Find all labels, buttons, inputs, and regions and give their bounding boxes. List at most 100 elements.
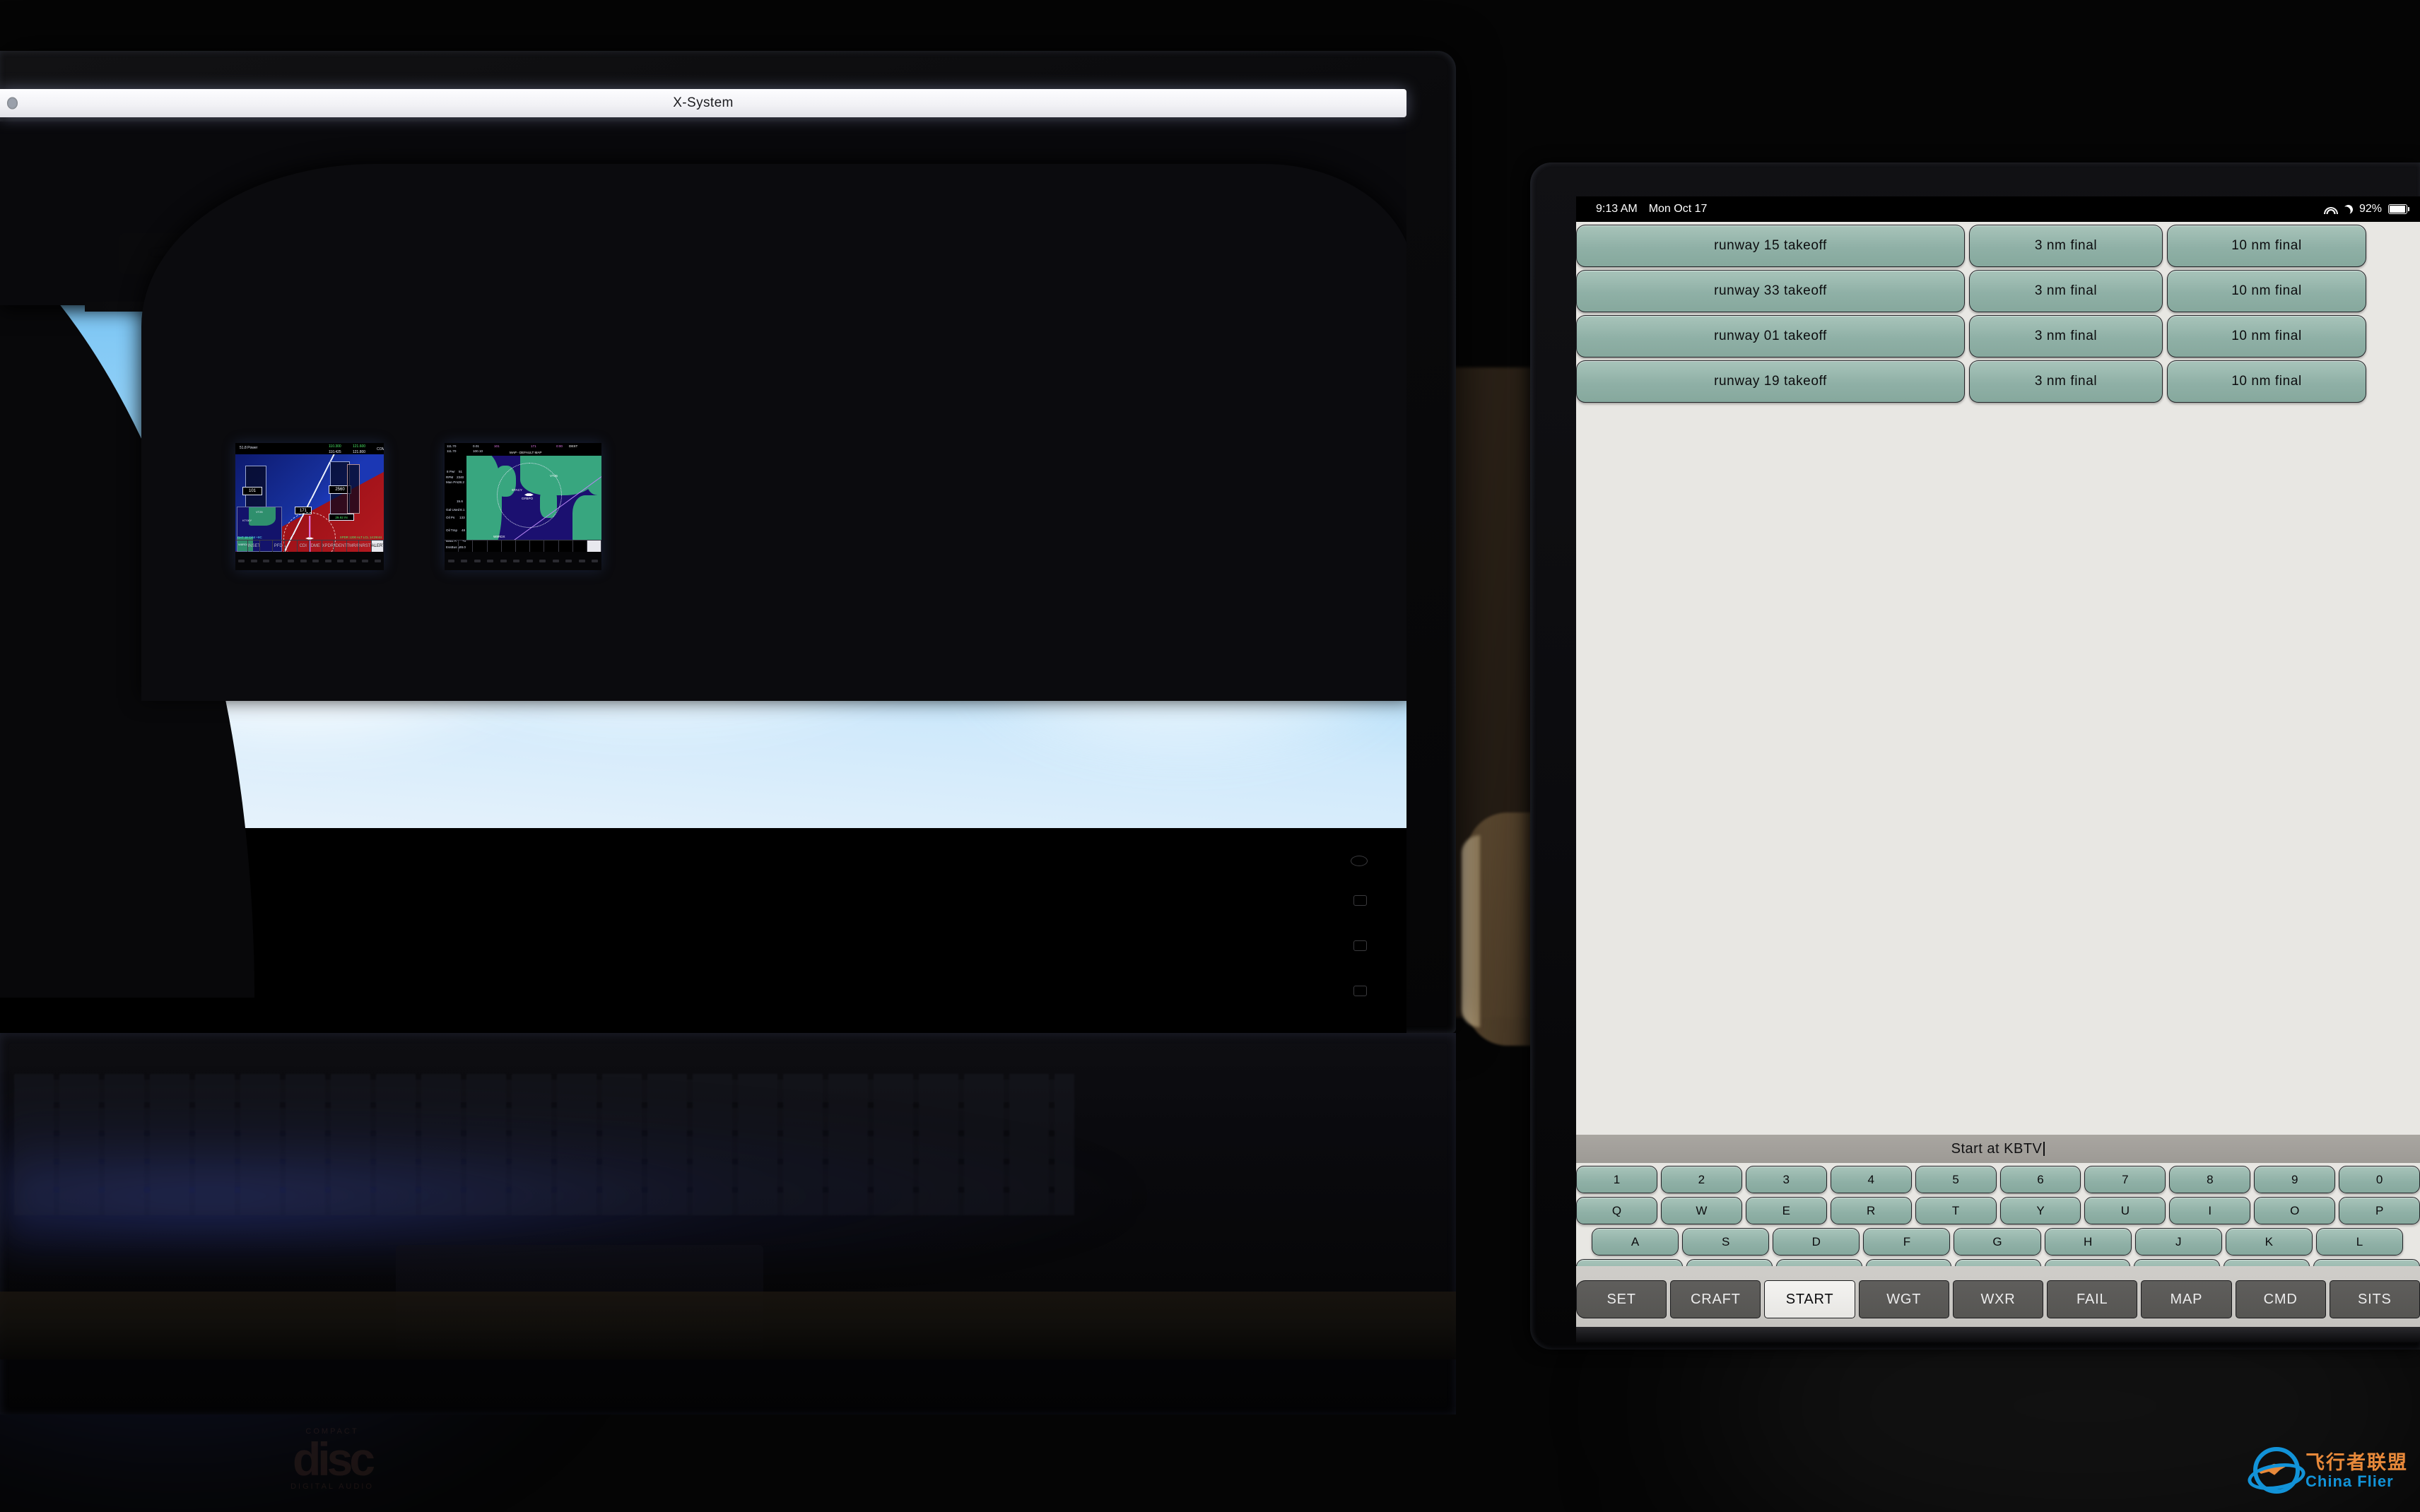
pfd-bezel-buttons[interactable] xyxy=(235,552,384,570)
bezel-button[interactable] xyxy=(238,560,245,562)
bezel-button[interactable] xyxy=(513,560,520,562)
key-k[interactable]: K xyxy=(2225,1228,2313,1256)
primary-flight-display[interactable]: 51.8 Power 110.300 121.600 110.425 121.8… xyxy=(235,443,384,570)
final-10nm-button[interactable]: 10 nm final xyxy=(2167,270,2366,312)
key-j[interactable]: J xyxy=(2134,1228,2222,1256)
key-h[interactable]: H xyxy=(2044,1228,2132,1256)
mfd-softkey[interactable] xyxy=(516,541,531,552)
pfd-softkey[interactable]: PFD xyxy=(273,541,285,552)
bezel-button[interactable] xyxy=(324,560,331,562)
tab-fail[interactable]: FAIL xyxy=(2047,1280,2138,1318)
key-g[interactable]: G xyxy=(1954,1228,2041,1256)
pfd-softkey[interactable]: IDENT xyxy=(334,541,347,552)
runway-takeoff-button[interactable]: runway 01 takeoff xyxy=(1576,315,1965,358)
laptop-keyboard[interactable] xyxy=(14,1074,1074,1215)
key-i[interactable]: I xyxy=(2169,1197,2251,1224)
final-3nm-button[interactable]: 3 nm final xyxy=(1969,225,2163,267)
mfd-softkey[interactable] xyxy=(473,541,488,552)
mfd-softkey[interactable] xyxy=(559,541,573,552)
final-10nm-button[interactable]: 10 nm final xyxy=(2167,315,2366,358)
bezel-button[interactable] xyxy=(374,560,381,562)
final-3nm-button[interactable]: 3 nm final xyxy=(1969,360,2163,403)
pfd-softkey[interactable] xyxy=(235,541,248,552)
mfd-softkey[interactable] xyxy=(544,541,559,552)
mfd-softkey[interactable] xyxy=(459,541,474,552)
key-l[interactable]: L xyxy=(2315,1228,2403,1256)
tab-craft[interactable]: CRAFT xyxy=(1670,1280,1761,1318)
tablet-screen[interactable]: 9:13 AM Mon Oct 17 92% runway 15 takeoff… xyxy=(1576,196,2420,1327)
key-s[interactable]: S xyxy=(1682,1228,1770,1256)
key-2[interactable]: 2 xyxy=(1660,1166,1742,1193)
bezel-button[interactable] xyxy=(526,560,533,562)
key-d[interactable]: D xyxy=(1773,1228,1860,1256)
bezel-button[interactable] xyxy=(447,560,454,562)
runway-takeoff-button[interactable]: runway 33 takeoff xyxy=(1576,270,1965,312)
pfd-softkey[interactable] xyxy=(285,541,298,552)
key-6[interactable]: 6 xyxy=(1999,1166,2081,1193)
pfd-softkey[interactable]: DME xyxy=(310,541,322,552)
key-f[interactable]: F xyxy=(1863,1228,1951,1256)
bezel-button[interactable] xyxy=(250,560,257,562)
mfd-softkey-row[interactable] xyxy=(445,540,601,552)
bezel-button[interactable] xyxy=(288,560,295,562)
key-4[interactable]: 4 xyxy=(1830,1166,1912,1193)
key-p[interactable]: P xyxy=(2339,1197,2420,1224)
final-3nm-button[interactable]: 3 nm final xyxy=(1969,315,2163,358)
bezel-button[interactable] xyxy=(312,560,319,562)
mfd-softkey[interactable] xyxy=(530,541,545,552)
key-7[interactable]: 7 xyxy=(2084,1166,2166,1193)
key-t[interactable]: T xyxy=(1915,1197,1997,1224)
bezel-button[interactable] xyxy=(300,560,307,562)
tab-start[interactable]: START xyxy=(1764,1280,1855,1318)
bezel-button[interactable] xyxy=(552,560,559,562)
pfd-softkey[interactable]: CDI xyxy=(298,541,310,552)
bezel-button[interactable] xyxy=(500,560,507,562)
tab-map[interactable]: MAP xyxy=(2141,1280,2232,1318)
bezel-button[interactable] xyxy=(362,560,369,562)
mfd-softkey[interactable] xyxy=(573,541,587,552)
key-0[interactable]: 0 xyxy=(2339,1166,2420,1193)
pfd-softkey[interactable] xyxy=(260,541,273,552)
key-o[interactable]: O xyxy=(2254,1197,2336,1224)
pfd-softkey[interactable]: INSET xyxy=(248,541,260,552)
runway-takeoff-button[interactable]: runway 19 takeoff xyxy=(1576,360,1965,403)
start-location-field[interactable]: Start at KBTV xyxy=(1576,1135,2420,1163)
bezel-button[interactable] xyxy=(487,560,494,562)
final-10nm-button[interactable]: 10 nm final xyxy=(2167,225,2366,267)
pfd-softkey[interactable]: TMR/REF xyxy=(347,541,359,552)
multi-function-display[interactable]: 111.70 0.01 111.70 100.10 101 171 0:00 D… xyxy=(445,443,601,570)
key-1[interactable]: 1 xyxy=(1576,1166,1657,1193)
key-w[interactable]: W xyxy=(1660,1197,1742,1224)
bezel-button[interactable] xyxy=(592,560,599,562)
key-a[interactable]: A xyxy=(1592,1228,1679,1256)
bezel-button[interactable] xyxy=(461,560,468,562)
key-3[interactable]: 3 xyxy=(1745,1166,1827,1193)
pfd-softkey-alerts[interactable]: ALERTS xyxy=(371,541,384,552)
close-icon[interactable] xyxy=(7,97,18,110)
mfd-moving-map[interactable]: VT25 STACY GFBPO W8RDX KCT37 FDV13 KMYQ xyxy=(466,456,601,541)
key-q[interactable]: Q xyxy=(1576,1197,1657,1224)
mfd-softkey[interactable] xyxy=(502,541,516,552)
key-e[interactable]: E xyxy=(1745,1197,1827,1224)
mfd-softkey[interactable] xyxy=(488,541,502,552)
key-9[interactable]: 9 xyxy=(2254,1166,2336,1193)
key-y[interactable]: Y xyxy=(1999,1197,2081,1224)
mfd-bezel-buttons[interactable] xyxy=(445,552,601,570)
flight-simulator-viewport[interactable]: 51.8 Power 110.300 121.600 110.425 121.8… xyxy=(0,122,1406,1068)
tab-sits[interactable]: SITS xyxy=(2329,1280,2420,1318)
pfd-softkey-row[interactable]: INSET PFD CDI DME XPDR IDENT TMR/REF NRS… xyxy=(235,540,384,552)
mfd-softkey-active[interactable] xyxy=(587,541,601,552)
key-8[interactable]: 8 xyxy=(2169,1166,2251,1193)
final-10nm-button[interactable]: 10 nm final xyxy=(2167,360,2366,403)
tab-cmd[interactable]: CMD xyxy=(2235,1280,2326,1318)
tab-wgt[interactable]: WGT xyxy=(1858,1280,1949,1318)
bezel-button[interactable] xyxy=(474,560,481,562)
mfd-softkey[interactable] xyxy=(445,541,459,552)
pfd-softkey[interactable]: XPDR xyxy=(322,541,334,552)
tab-wxr[interactable]: WXR xyxy=(1952,1280,2044,1318)
tablet-tab-bar[interactable]: SET CRAFT START WGT WXR FAIL MAP CMD SIT… xyxy=(1576,1266,2420,1327)
bezel-button[interactable] xyxy=(337,560,344,562)
bezel-button[interactable] xyxy=(539,560,546,562)
bezel-button[interactable] xyxy=(565,560,572,562)
final-3nm-button[interactable]: 3 nm final xyxy=(1969,270,2163,312)
